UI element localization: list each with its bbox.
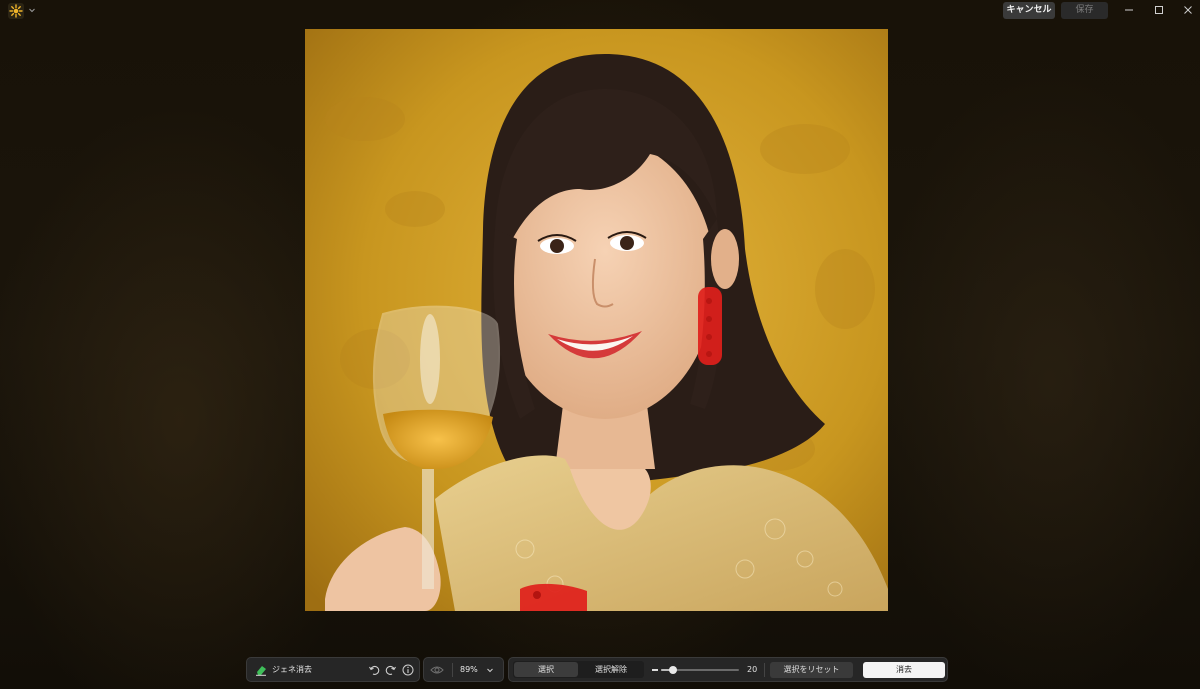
eraser-icon [256,666,266,676]
title-bar: キャンセル 保存 [0,0,1200,22]
divider [452,663,453,677]
select-mode-button[interactable]: 選択 [514,662,578,677]
chevron-down-icon[interactable] [27,3,37,17]
cancel-button[interactable]: キャンセル [1003,2,1055,19]
save-button[interactable]: 保存 [1061,2,1108,19]
deselect-mode-button[interactable]: 選択解除 [579,662,643,677]
chevron-down-icon[interactable] [486,666,494,674]
eye-icon[interactable] [430,664,444,676]
redo-icon[interactable] [385,664,397,676]
erase-button[interactable]: 消去 [863,662,945,678]
tool-name: ジェネ消去 [272,665,312,674]
reset-selection-button[interactable]: 選択をリセット [770,662,853,678]
zoom-level[interactable]: 89% [460,658,478,682]
info-icon[interactable] [402,664,414,676]
app-sun-icon[interactable] [8,3,24,19]
slider-thumb[interactable] [668,666,677,674]
view-group: 89% [423,657,504,682]
selection-mode-toggle: 選択 選択解除 [513,661,644,678]
undo-icon[interactable] [368,664,380,676]
minimize-icon[interactable] [1122,3,1136,17]
tool-group: ジェネ消去 [246,657,420,682]
minus-icon[interactable] [652,669,658,671]
maximize-icon[interactable] [1152,3,1166,17]
selection-group: 選択 選択解除 20 選択をリセット 消去 [508,657,948,682]
brush-size-value: 20 [747,665,758,674]
portrait-image [305,29,888,611]
divider [764,663,765,677]
close-icon[interactable] [1181,3,1195,17]
edited-photo[interactable] [305,29,888,611]
